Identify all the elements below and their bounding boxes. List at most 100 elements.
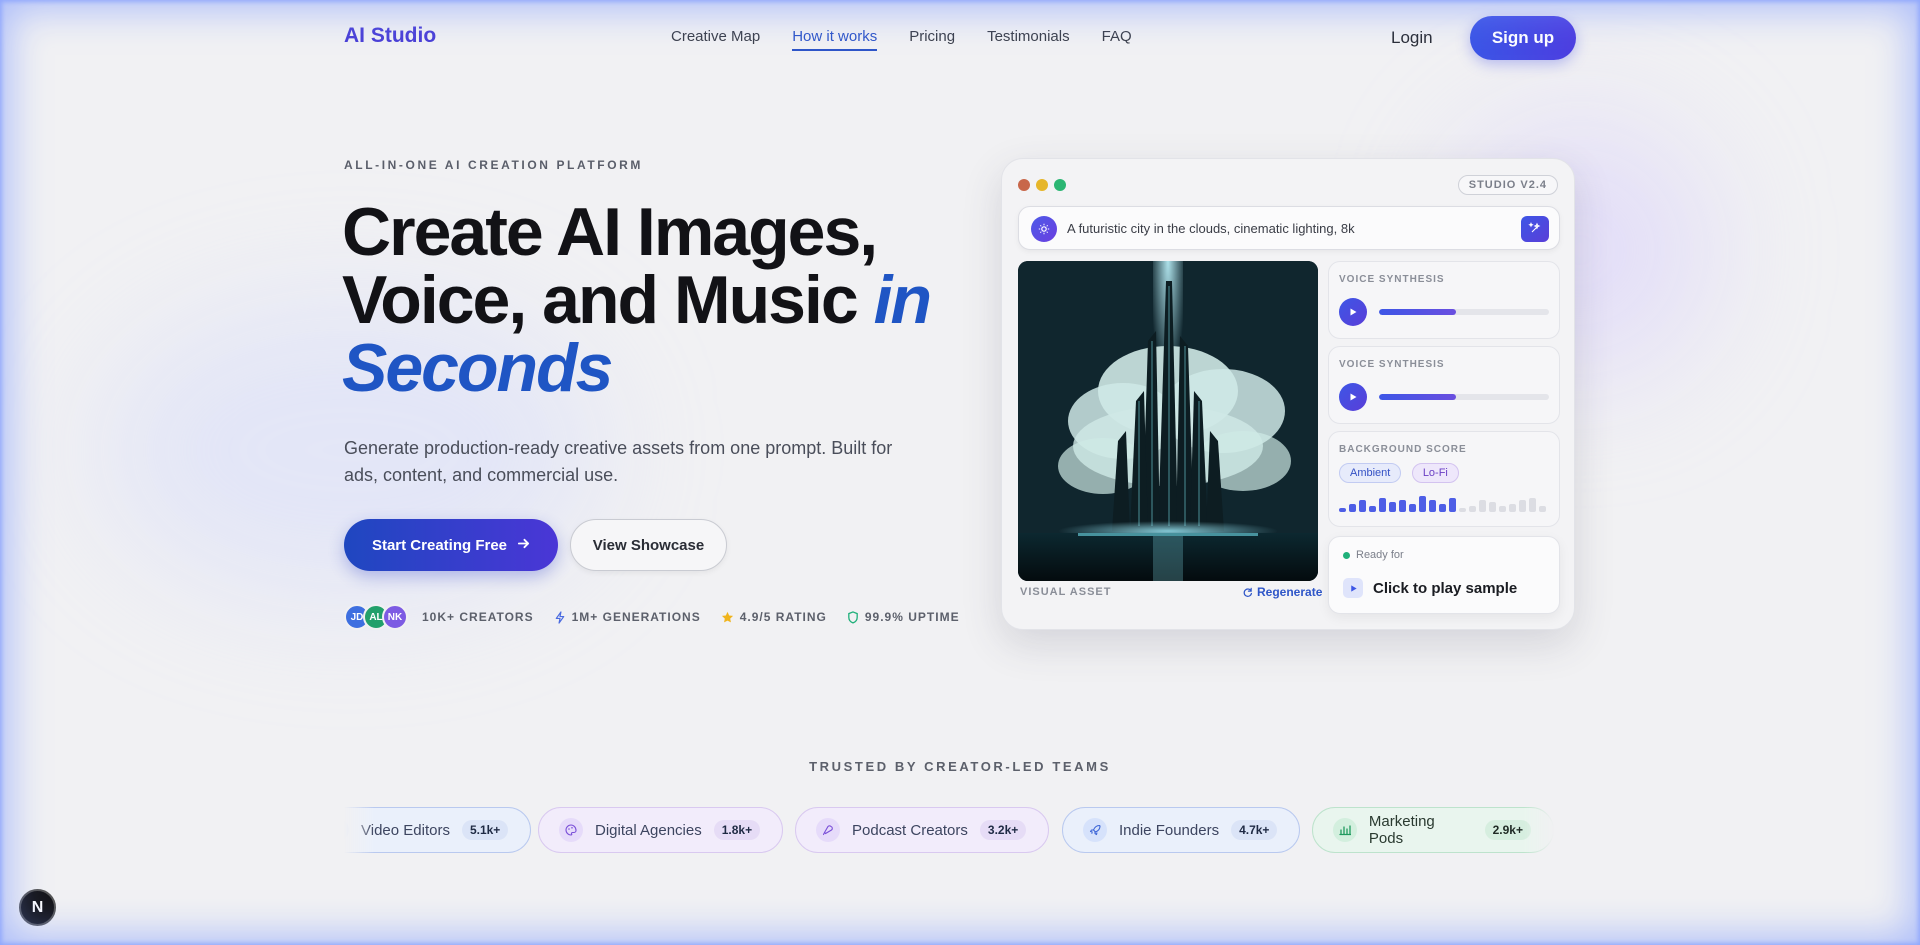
- play-button[interactable]: [1339, 298, 1367, 326]
- stat-creators: 10K+ CREATORS: [422, 610, 534, 624]
- waveform-bar: [1359, 500, 1366, 512]
- nav-links: Creative Map How it works Pricing Testim…: [671, 28, 1164, 51]
- logo[interactable]: AI Studio: [344, 24, 436, 48]
- waveform-bar: [1339, 508, 1346, 512]
- window-dot-yellow: [1036, 179, 1048, 191]
- nav-link-creative-map[interactable]: Creative Map: [671, 28, 760, 51]
- waveform-bar: [1489, 502, 1496, 512]
- video-icon: [344, 818, 349, 842]
- sparkle-icon: [1528, 222, 1541, 233]
- hero-eyebrow: ALL-IN-ONE AI CREATION PLATFORM: [344, 158, 644, 172]
- pill-video-editors[interactable]: Video Editors 5.1k+: [344, 807, 532, 853]
- palette-icon: [559, 818, 583, 842]
- hero-headline: Create AI Images, Voice, and Music in Se…: [342, 198, 962, 402]
- stat-rating-text: 4.9/5 RATING: [739, 610, 827, 624]
- pill-label: Digital Agencies: [595, 821, 702, 839]
- pill-count: 5.1k+: [461, 820, 509, 840]
- pill-label: Podcast Creators: [852, 821, 968, 839]
- pill-label: Indie Founders: [1119, 821, 1220, 839]
- nav-link-faq[interactable]: FAQ: [1102, 28, 1132, 51]
- waveform-bar: [1439, 504, 1446, 512]
- pill-indie-founders[interactable]: Indie Founders 4.7k+: [1062, 807, 1301, 853]
- voice-progress-bar[interactable]: [1379, 394, 1549, 400]
- login-link[interactable]: Login: [1391, 28, 1433, 48]
- background-score-panel: BACKGROUND SCORE Ambient Lo-Fi: [1328, 431, 1560, 527]
- start-creating-label: Start Creating Free: [371, 536, 508, 554]
- sample-player-card[interactable]: Ready for Click to play sample: [1328, 536, 1560, 614]
- generate-button[interactable]: [1521, 216, 1549, 242]
- prompt-input[interactable]: A futuristic city in the clouds, cinemat…: [1018, 206, 1560, 250]
- waveform-bar: [1519, 500, 1526, 512]
- pill-marketing-pods[interactable]: Marketing Pods 2.9k+: [1312, 807, 1554, 853]
- prompt-text: A futuristic city in the clouds, cinemat…: [1067, 221, 1355, 236]
- play-sample-label: Click to play sample: [1373, 580, 1518, 597]
- star-icon: [721, 611, 734, 624]
- view-showcase-button[interactable]: View Showcase: [570, 519, 727, 571]
- headline-accent-in: in: [873, 262, 932, 338]
- voice-synthesis-panel-2: VOICE SYNTHESIS: [1328, 346, 1560, 424]
- visual-asset-image[interactable]: [1018, 261, 1318, 581]
- lightning-icon: [554, 610, 566, 624]
- genre-chips: Ambient Lo-Fi: [1339, 463, 1465, 483]
- ready-status: Ready for: [1343, 549, 1404, 561]
- stat-uptime: 99.9% UPTIME: [847, 610, 960, 624]
- trusted-marquee: Video Editors 5.1k+ Digital Agencies 1.8…: [344, 807, 1554, 853]
- play-button[interactable]: [1339, 383, 1367, 411]
- status-dot: [1343, 551, 1350, 559]
- waveform-bar: [1449, 498, 1456, 512]
- play-icon: [1350, 308, 1357, 316]
- arrow-right-icon: [517, 537, 530, 554]
- voice-progress-fill: [1379, 309, 1456, 315]
- waveform-bar: [1479, 500, 1486, 512]
- avatar: NK: [382, 604, 408, 630]
- rocket-icon: [1083, 818, 1107, 842]
- pill-label: Video Editors: [361, 821, 450, 839]
- nav-link-testimonials[interactable]: Testimonials: [987, 28, 1070, 51]
- dev-badge[interactable]: N: [19, 889, 56, 926]
- shield-icon: [847, 610, 859, 624]
- background-score-title: BACKGROUND SCORE: [1339, 444, 1467, 455]
- stat-creators-text: 10K+ CREATORS: [422, 610, 534, 624]
- version-badge: STUDIO V2.4: [1457, 175, 1558, 195]
- voice-progress-bar[interactable]: [1379, 309, 1549, 315]
- viewport-glow: [0, 0, 1920, 945]
- headline-line-1: Create AI Images,: [342, 194, 878, 270]
- headline-accent-seconds: Seconds: [342, 330, 613, 406]
- play-icon: [1350, 393, 1357, 401]
- window-dots: [1018, 179, 1066, 191]
- waveform-bar: [1409, 504, 1416, 512]
- pill-podcast-creators[interactable]: Podcast Creators 3.2k+: [795, 807, 1050, 853]
- chip-lofi[interactable]: Lo-Fi: [1411, 463, 1459, 483]
- futuristic-city-illustration: [1018, 261, 1318, 581]
- waveform-bar: [1459, 508, 1466, 512]
- nav-link-how-it-works[interactable]: How it works: [792, 28, 878, 51]
- stat-rating: 4.9/5 RATING: [721, 610, 827, 624]
- voice-synthesis-title: VOICE SYNTHESIS: [1339, 359, 1445, 370]
- stat-generations: 1M+ GENERATIONS: [554, 610, 701, 624]
- chip-ambient[interactable]: Ambient: [1339, 463, 1402, 483]
- pill-count: 2.9k+: [1484, 820, 1531, 840]
- sun-icon: [1031, 216, 1057, 242]
- pill-digital-agencies[interactable]: Digital Agencies 1.8k+: [538, 807, 784, 853]
- pill-count: 1.8k+: [713, 820, 761, 840]
- ready-label: Ready for: [1356, 549, 1404, 561]
- voice-progress-fill: [1379, 394, 1456, 400]
- regenerate-button[interactable]: Regenerate: [1242, 585, 1322, 599]
- start-creating-button[interactable]: Start Creating Free: [344, 519, 558, 571]
- waveform-bar: [1539, 506, 1546, 512]
- nav-link-pricing[interactable]: Pricing: [909, 28, 955, 51]
- waveform-bar: [1469, 506, 1476, 512]
- stat-generations-text: 1M+ GENERATIONS: [571, 610, 701, 624]
- mic-icon: [816, 818, 840, 842]
- waveform-bar: [1429, 500, 1436, 512]
- signup-button[interactable]: Sign up: [1470, 16, 1576, 60]
- play-icon[interactable]: [1343, 578, 1363, 598]
- pill-count: 4.7k+: [1231, 820, 1278, 840]
- window-dot-green: [1054, 179, 1066, 191]
- top-nav: AI Studio Creative Map How it works Pric…: [0, 0, 1920, 76]
- stat-uptime-text: 99.9% UPTIME: [864, 610, 960, 624]
- pill-count: 3.2k+: [979, 820, 1027, 840]
- audio-waveform: [1339, 494, 1546, 512]
- chart-icon: [1333, 818, 1357, 842]
- visual-asset-label: VISUAL ASSET: [1020, 586, 1112, 598]
